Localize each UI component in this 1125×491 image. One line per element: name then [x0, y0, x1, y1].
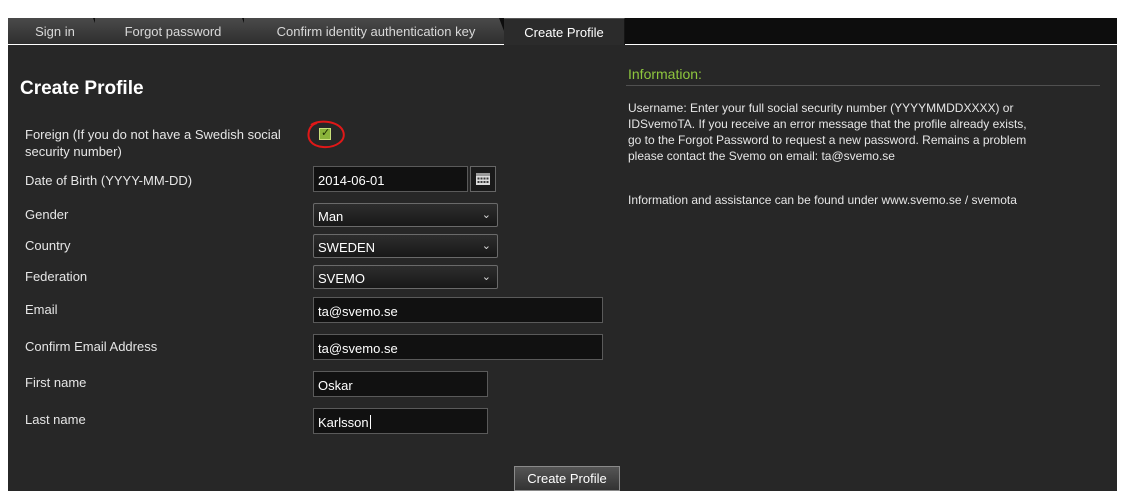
calendar-button[interactable] [470, 166, 496, 192]
gender-select-value: Man [318, 209, 344, 224]
info-paragraph-2: Information and assistance can be found … [628, 193, 1017, 207]
foreign-label: Foreign (If you do not have a Swedish so… [25, 126, 281, 160]
dob-input[interactable]: 2014-06-01 [313, 166, 468, 192]
federation-select[interactable]: SVEMO ⌄ [313, 265, 498, 289]
email-field[interactable]: ta@svemo.se [313, 297, 603, 323]
tab-sign-in[interactable]: Sign in [8, 18, 103, 44]
chevron-down-icon: ⌄ [481, 240, 491, 252]
calendar-icon [476, 173, 490, 185]
tab-create-profile[interactable]: Create Profile [504, 18, 625, 46]
tab-forgot-password[interactable]: Forgot password [95, 18, 252, 44]
email-label: Email [25, 302, 58, 317]
red-annotation-circle [307, 120, 345, 149]
gender-label: Gender [25, 207, 69, 222]
info-line: IDSvemoTA. If you receive an error messa… [628, 117, 1027, 131]
info-line: Username: Enter your full social securit… [628, 101, 1014, 115]
last-name-field[interactable]: Karlsson [313, 408, 488, 434]
info-title: Information: [628, 66, 702, 82]
create-profile-button[interactable]: Create Profile [514, 466, 620, 491]
foreign-label-line2: security number) [25, 144, 122, 159]
first-name-field[interactable]: Oskar [313, 371, 488, 397]
last-name-value: Karlsson [318, 415, 369, 430]
chevron-down-icon: ⌄ [481, 209, 491, 221]
tab-confirm-identity[interactable]: Confirm identity authentication key [244, 18, 509, 44]
info-divider [626, 85, 1100, 86]
federation-select-value: SVEMO [318, 271, 365, 286]
dob-label: Date of Birth (YYYY-MM-DD) [25, 173, 193, 188]
tab-strip: Sign in Forgot password Confirm identity… [0, 0, 1125, 47]
info-line: go to the Forgot Password to request a n… [628, 133, 1027, 147]
foreign-label-line1: Foreign (If you do not have a Swedish so… [25, 127, 281, 142]
country-select[interactable]: SWEDEN ⌄ [313, 234, 498, 258]
chevron-down-icon: ⌄ [481, 271, 491, 283]
text-caret [369, 415, 371, 429]
info-paragraph-1: Username: Enter your full social securit… [628, 100, 1108, 164]
last-name-label: Last name [25, 412, 86, 427]
confirm-email-field[interactable]: ta@svemo.se [313, 334, 603, 360]
page-title: Create Profile [20, 78, 144, 99]
federation-label: Federation [25, 269, 88, 284]
info-line: please contact the Svemo on email: ta@sv… [628, 149, 895, 163]
country-label: Country [25, 238, 71, 253]
confirm-email-label: Confirm Email Address [25, 339, 158, 354]
country-select-value: SWEDEN [318, 240, 376, 255]
first-name-label: First name [25, 375, 87, 390]
gender-select[interactable]: Man ⌄ [313, 203, 498, 227]
